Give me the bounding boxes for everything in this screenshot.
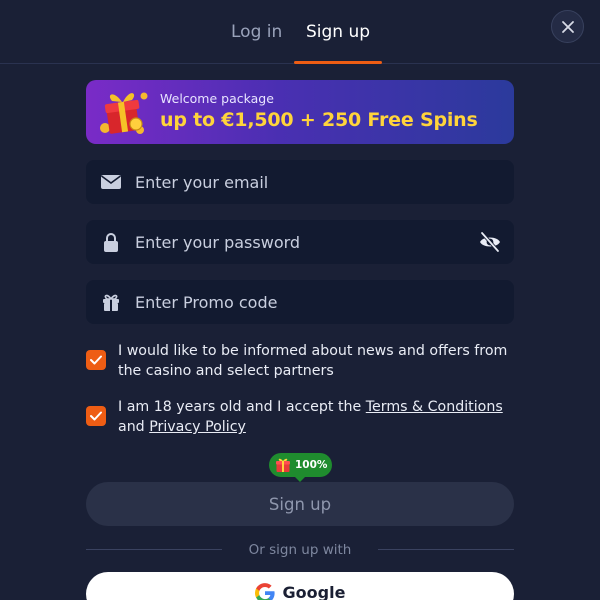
checkmark-icon bbox=[90, 355, 102, 365]
promo-field-wrapper bbox=[86, 280, 514, 324]
auth-tabs: Log in Sign up bbox=[0, 0, 600, 64]
gift-icon bbox=[103, 294, 119, 311]
age-consent-label: I am 18 years old and I accept the Terms… bbox=[118, 397, 518, 437]
mail-icon bbox=[101, 175, 121, 189]
divider-text: Or sign up with bbox=[248, 542, 352, 558]
tab-sign-up[interactable]: Sign up bbox=[306, 20, 370, 44]
active-tab-indicator bbox=[294, 61, 382, 64]
password-input[interactable] bbox=[135, 220, 465, 264]
news-consent-checkbox[interactable] bbox=[86, 350, 106, 370]
eye-off-icon[interactable] bbox=[478, 230, 502, 254]
google-button-label: Google bbox=[282, 583, 346, 600]
age-consent-prefix: I am 18 years old and I accept the bbox=[118, 399, 366, 415]
tab-log-in[interactable]: Log in bbox=[231, 20, 282, 44]
lock-icon bbox=[104, 233, 118, 252]
terms-conditions-link[interactable]: Terms & Conditions bbox=[366, 399, 503, 415]
google-sign-up-button[interactable]: Google bbox=[86, 572, 514, 600]
email-field-wrapper bbox=[86, 160, 514, 204]
privacy-policy-link[interactable]: Privacy Policy bbox=[149, 419, 246, 435]
age-consent-and: and bbox=[118, 419, 150, 435]
age-consent-row: I am 18 years old and I accept the Terms… bbox=[86, 397, 514, 437]
news-consent-label: I would like to be informed about news a… bbox=[118, 343, 508, 379]
social-divider: Or sign up with bbox=[86, 540, 514, 560]
close-button[interactable] bbox=[551, 10, 584, 43]
gift-box-illustration-icon bbox=[100, 92, 148, 134]
bonus-percent-badge: 100% bbox=[269, 453, 332, 482]
welcome-banner: Welcome package up to €1,500 + 250 Free … bbox=[86, 80, 514, 144]
banner-title: up to €1,500 + 250 Free Spins bbox=[160, 109, 478, 131]
password-field-wrapper bbox=[86, 220, 514, 264]
google-logo-icon bbox=[254, 583, 275, 600]
checkmark-icon bbox=[90, 411, 102, 421]
age-consent-checkbox[interactable] bbox=[86, 406, 106, 426]
promo-code-input[interactable] bbox=[135, 280, 465, 324]
email-input[interactable] bbox=[135, 160, 465, 204]
close-icon bbox=[561, 20, 574, 33]
bonus-percent-value: 100% bbox=[295, 459, 328, 471]
sign-up-button[interactable]: Sign up bbox=[86, 482, 514, 526]
divider-line-right bbox=[378, 549, 514, 550]
news-consent-row: I would like to be informed about news a… bbox=[86, 341, 514, 381]
banner-subtitle: Welcome package bbox=[160, 91, 274, 106]
gift-badge-icon bbox=[276, 458, 290, 472]
